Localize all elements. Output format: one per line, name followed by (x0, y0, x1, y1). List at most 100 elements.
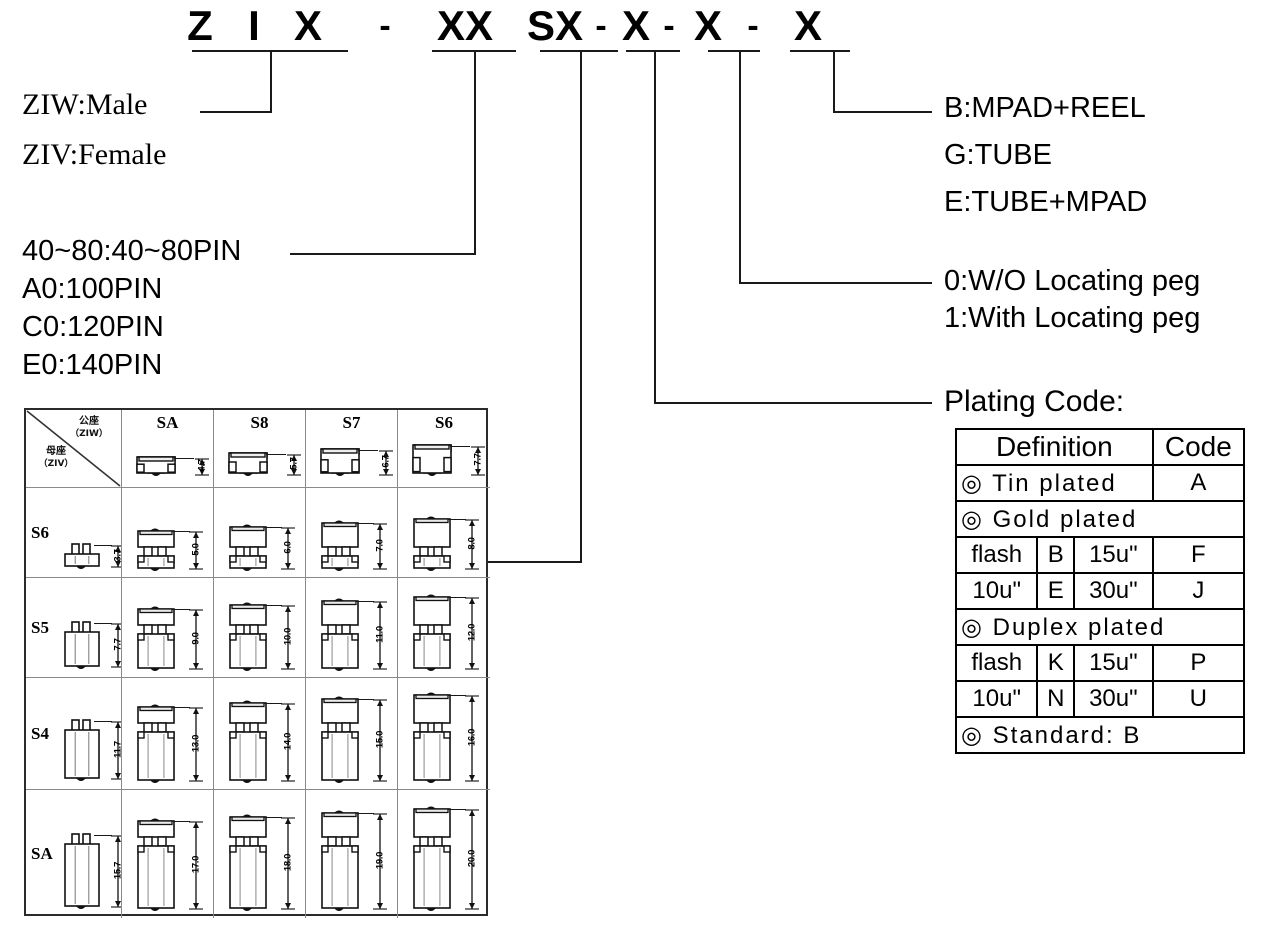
pin-count-3: E0:140PIN (22, 349, 163, 381)
matrix-col-header-s7: S7 6.7 (306, 410, 398, 488)
corner-male-label: 公座 （ZIW） (63, 416, 115, 440)
matrix-cell: 19.0 (306, 790, 398, 918)
plating-code-table: Definition Code ◎ Tin plated A ◎ Gold pl… (954, 428, 1246, 754)
witness-line (266, 454, 286, 455)
matrix-cell: 9.0 (122, 578, 214, 678)
label-female: ZIV:Female (22, 138, 167, 171)
plating-duplex-15u-code: P (1151, 644, 1246, 682)
leader-pins-vertical (474, 50, 476, 254)
pn-dash-2: - (663, 7, 675, 45)
mated-pair-drawing (228, 814, 268, 914)
stack-height-value: 20.0 (466, 849, 478, 867)
col-header-height-s6: 7.7 (472, 453, 484, 466)
pn-underline-stack (540, 50, 618, 52)
matrix-col-header-s8: S8 5.7 (214, 410, 306, 488)
female-connector-drawing (64, 543, 100, 572)
plating-duplex-15u-label: 15u" (1073, 644, 1154, 682)
matrix-col-header-s6: S6 7.7 (398, 410, 490, 488)
stack-height-matrix: 公座 （ZIW） 母座 （ZIV） SA 4.7 S8 5.7 S7 6.7 S… (24, 408, 490, 918)
mated-pair-drawing (320, 520, 360, 574)
leader-pins-horizontal (290, 253, 476, 255)
plating-tin-label: ◎ Tin plated (955, 464, 1154, 502)
male-connector-drawing (228, 450, 268, 478)
plating-gold-flash-code: B (1036, 536, 1076, 574)
table-row: 10u" E 30u" J (954, 572, 1246, 610)
corner-female-label: 母座 （ZIV） (30, 446, 82, 470)
pn-dash-3: - (747, 7, 759, 45)
row-header-label: S4 (31, 724, 49, 743)
female-connector-drawing (64, 719, 100, 784)
mated-pair-drawing (136, 818, 176, 914)
matrix-col-header-sa: SA 4.7 (122, 410, 214, 488)
plating-duplex-10u-code: N (1036, 680, 1076, 718)
matrix-cell: 20.0 (398, 790, 490, 918)
witness-line (174, 458, 194, 459)
matrix-row-header-s6: S6 3.7 (26, 488, 122, 578)
matrix-corner-header: 公座 （ZIW） 母座 （ZIV） (26, 410, 122, 488)
stack-height-value: 6.0 (282, 540, 294, 554)
leader-series-vertical (270, 50, 272, 112)
male-connector-drawing (412, 442, 452, 478)
table-row: ◎ Gold plated (955, 500, 1245, 538)
leader-plating-vertical (654, 50, 656, 403)
pn-dash-0: - (379, 7, 391, 45)
row-header-height-sa: 15.7 (112, 861, 122, 879)
stack-height-value: 15.0 (374, 730, 386, 748)
col-header-height-s8: 5.7 (288, 457, 300, 470)
mated-pair-drawing (412, 594, 452, 674)
plating-duplex-10u-label: 10u" (954, 680, 1039, 718)
matrix-cell: 17.0 (122, 790, 214, 918)
packaging-1: G:TUBE (944, 139, 1052, 171)
corner-female-text: 母座 (46, 446, 66, 457)
stack-height-value: 19.0 (374, 851, 386, 869)
mated-pair-drawing (412, 806, 452, 914)
plating-gold-15u-code: F (1151, 536, 1246, 574)
mated-pair-drawing (412, 692, 452, 786)
leader-stack-horizontal (487, 561, 582, 563)
plating-header-definition: Definition (955, 428, 1154, 466)
stack-height-value: 17.0 (190, 855, 202, 873)
stack-height-value: 11.0 (374, 625, 386, 643)
table-row: 10u" N 30u" U (954, 680, 1246, 718)
col-header-label: S6 (435, 413, 453, 432)
plating-duplex-30u-code: U (1151, 680, 1246, 718)
label-male: ZIW:Male (22, 88, 148, 121)
male-connector-drawing (320, 446, 360, 478)
pin-count-2: C0:120PIN (22, 311, 164, 343)
matrix-cell: 12.0 (398, 578, 490, 678)
plating-gold-15u-label: 15u" (1073, 536, 1154, 574)
plating-standard-note: ◎ Standard: B (955, 716, 1245, 754)
leader-series-horizontal (200, 111, 272, 113)
leader-packaging-horizontal (833, 111, 932, 113)
plating-gold-group: ◎ Gold plated (955, 500, 1245, 538)
row-header-label: S6 (31, 523, 49, 542)
pn-underline-packaging (790, 50, 850, 52)
table-row: ◎ Duplex plated (955, 608, 1245, 646)
pn-group-packaging: X (793, 2, 822, 49)
mated-pair-drawing (136, 528, 176, 574)
table-row: ◎ Standard: B (955, 716, 1245, 754)
plating-header-code: Code (1151, 428, 1246, 466)
col-header-label: S8 (250, 413, 269, 432)
locating-peg-0: 0:W/O Locating peg (944, 265, 1201, 297)
female-connector-drawing (64, 833, 100, 912)
male-connector-drawing (136, 454, 176, 478)
witness-line (358, 450, 378, 451)
matrix-cell: 15.0 (306, 678, 398, 790)
mated-pair-drawing (228, 700, 268, 786)
mated-pair-drawing (136, 704, 176, 786)
table-row: flash B 15u" F (954, 536, 1246, 574)
leader-stack-vertical (580, 50, 582, 562)
plating-duplex-flash-code: K (1036, 644, 1076, 682)
matrix-cell: 18.0 (214, 790, 306, 918)
mated-pair-drawing (320, 696, 360, 786)
corner-female-code: （ZIV） (38, 459, 74, 469)
plating-gold-10u-label: 10u" (954, 572, 1039, 610)
mated-pair-drawing (320, 598, 360, 674)
pn-underline-peg (708, 50, 760, 52)
leader-plating-horizontal (654, 402, 932, 404)
matrix-row-header-s4: S4 11.7 (26, 678, 122, 790)
leader-peg-vertical (739, 50, 741, 283)
pin-count-1: A0:100PIN (22, 273, 163, 305)
plating-duplex-flash-label: flash (954, 644, 1039, 682)
